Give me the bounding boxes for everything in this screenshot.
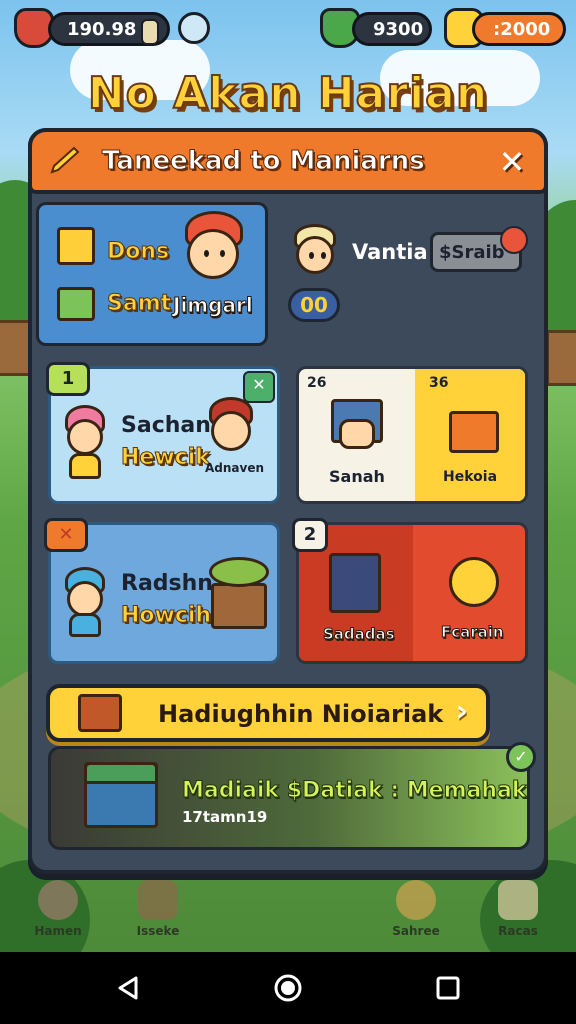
- card-title: Radshn: [121, 571, 213, 596]
- dismiss-icon[interactable]: ✕: [243, 371, 275, 403]
- currency-right: :2000: [472, 12, 566, 46]
- recents-button[interactable]: [426, 966, 470, 1010]
- reward-title: Madiaik $Datiak : Memahak: [182, 778, 527, 804]
- megaphone-icon: [498, 880, 538, 920]
- home-button[interactable]: [266, 966, 310, 1010]
- chick-icon: [449, 557, 499, 607]
- card-subtitle: Howcih: [120, 603, 212, 629]
- task-card-2[interactable]: 26 36 Sanah Hekoia: [296, 366, 528, 504]
- nav-label: Isseke: [136, 924, 180, 938]
- nav-label: Sahree: [392, 924, 440, 938]
- scroll-icon: [141, 19, 159, 45]
- crate-icon: [449, 411, 499, 453]
- recents-icon: [436, 976, 460, 1000]
- card-badge-left: 26: [307, 375, 327, 391]
- profile-line2: Samt: [106, 291, 172, 317]
- card-3-badge: ✕: [44, 518, 88, 552]
- chest-icon: [78, 694, 122, 732]
- profile-line1: Dons: [106, 239, 170, 265]
- basket-icon: [211, 583, 267, 629]
- nav-item-quests[interactable]: Isseke: [118, 880, 198, 946]
- bag-icon: [396, 880, 436, 920]
- avatar: [187, 229, 239, 279]
- chest-lid: [84, 762, 158, 784]
- gift-icon: [57, 227, 95, 265]
- checkmark-icon: ✓: [506, 742, 536, 772]
- hut: [546, 330, 576, 386]
- game-title: No Akan Harian: [87, 67, 489, 120]
- claim-banner[interactable]: Hadiughhin Nioiariak ›: [46, 684, 490, 742]
- close-button[interactable]: ✕: [492, 142, 532, 182]
- task-card-4[interactable]: Sadadas Fcarain: [296, 522, 528, 664]
- vegetables-icon: [209, 557, 269, 587]
- card-subtitle: Hewcik: [121, 445, 211, 471]
- panel-title: Taneekad to Maniarns: [102, 146, 426, 177]
- letter-icon: [57, 287, 95, 321]
- nav-label: Hamen: [34, 924, 82, 938]
- currency-mid-value: 9300: [373, 18, 424, 40]
- character-body: [69, 453, 101, 479]
- board-icon: [138, 880, 178, 920]
- panel-header: Taneekad to Maniarns ✕: [28, 128, 548, 194]
- home-icon: [38, 880, 78, 920]
- card-1-badge: 1: [46, 362, 90, 396]
- home-circle-icon: [274, 974, 302, 1002]
- notification-icon: [500, 226, 528, 254]
- card-left-label: Sadadas: [323, 625, 396, 644]
- currency-mid: 9300: [352, 12, 432, 46]
- character-body: [69, 613, 101, 637]
- nav-label: Racas: [498, 924, 538, 938]
- card-left-label: Sanah: [329, 467, 385, 486]
- card-title: Sachan: [121, 413, 211, 438]
- card-right-label: Fcarain: [441, 623, 505, 642]
- profile-card[interactable]: Dons Samt Jimgarl: [36, 202, 268, 346]
- friend-avatar: [296, 236, 334, 274]
- robot-face: [339, 419, 375, 449]
- friend-score: 00: [288, 288, 340, 322]
- currency-left-value: 190.98: [67, 18, 137, 40]
- card-badge-right: 36: [429, 375, 449, 391]
- back-icon: [118, 976, 138, 1000]
- nav-item-home[interactable]: Hamen: [18, 880, 98, 946]
- character-face: [67, 419, 103, 455]
- system-nav-bar: [0, 952, 576, 1024]
- friend-name: Vantia: [352, 240, 428, 264]
- back-button[interactable]: [106, 966, 150, 1010]
- card-4-badge: 2: [292, 518, 328, 552]
- banner-label: Hadiughhin Nioiariak: [158, 700, 444, 728]
- currency-right-value: :2000: [493, 18, 551, 40]
- swap-icon[interactable]: [178, 12, 210, 44]
- robot-box-icon: [329, 553, 381, 613]
- character-face: [211, 411, 251, 451]
- character-face: [67, 581, 103, 617]
- reward-subtitle: 17tamn19: [182, 808, 268, 826]
- profile-line2-b: Jimgarl: [173, 293, 254, 318]
- chevron-right-icon: ›: [455, 694, 468, 729]
- nav-item-announce[interactable]: Racas: [478, 880, 558, 946]
- pencil-icon: [50, 146, 80, 174]
- card-right-label: Hekoia: [443, 469, 498, 485]
- nav-item-shop[interactable]: Sahree: [376, 880, 456, 946]
- card-tag: Adnaven: [205, 461, 265, 475]
- currency-left: 190.98: [48, 12, 170, 46]
